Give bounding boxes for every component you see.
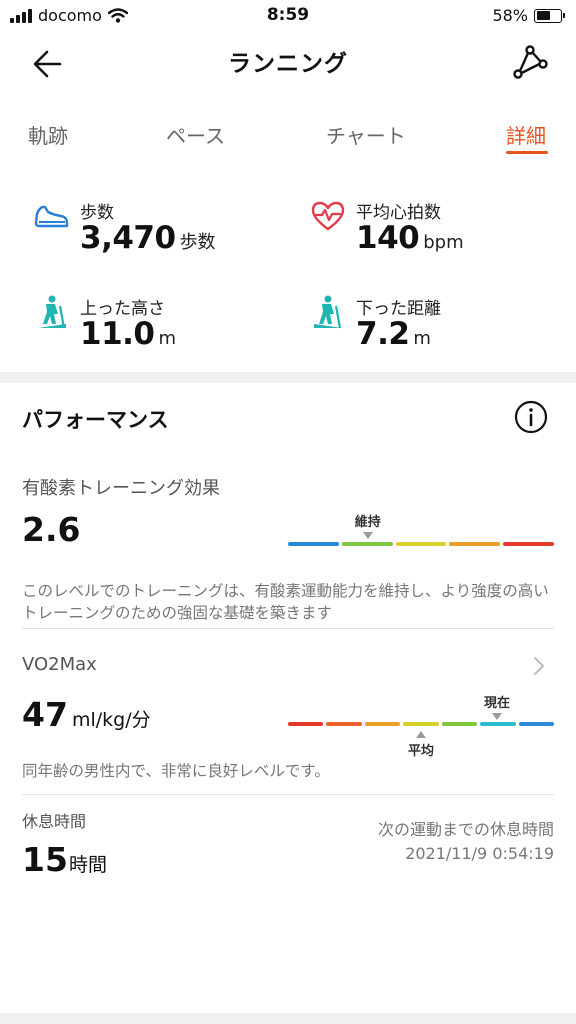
- next-workout-label: 次の運動までの休息時間: [377, 820, 554, 839]
- aerobic-number: 2.6: [22, 510, 81, 549]
- app-header: ランニング: [0, 34, 576, 90]
- vo2max-unit: ml/kg/分: [71, 709, 151, 731]
- vo2max-number: 47: [22, 695, 68, 734]
- vo2max-label[interactable]: VO2Max: [22, 654, 97, 675]
- divider: [22, 794, 554, 795]
- vo2max-scale-segment-2: [364, 722, 401, 726]
- aerobic-level-marker: [362, 532, 373, 539]
- aerobic-scale-segment-2: [395, 542, 447, 546]
- tab-pace[interactable]: ペース: [166, 120, 225, 149]
- info-icon[interactable]: [514, 400, 548, 434]
- steps-unit: 歩数: [179, 232, 216, 253]
- status-right: 58%: [492, 6, 565, 25]
- vo2max-average-marker: [416, 731, 426, 738]
- rest-label: 休息時間: [22, 812, 87, 831]
- vo2max-average-label: 平均: [408, 744, 435, 759]
- aerobic-label: 有酸素トレーニング効果: [22, 478, 220, 499]
- battery-percent: 58%: [492, 6, 528, 25]
- vo2max-scale-segment-4: [441, 722, 478, 726]
- status-time: 8:59: [266, 5, 310, 25]
- aerobic-scale: [288, 542, 554, 546]
- vo2max-scale-segment-1: [326, 722, 362, 726]
- heart-rate-value: 140 bpm: [356, 220, 464, 256]
- bottom-divider: [0, 1013, 576, 1024]
- vo2max-current-label: 現在: [484, 696, 511, 711]
- steps-number: 3,470: [80, 220, 176, 256]
- ascent-number: 11.0: [80, 316, 155, 352]
- tab-track[interactable]: 軌跡: [28, 120, 68, 149]
- tab-chart[interactable]: チャート: [326, 120, 406, 149]
- chevron-right-icon[interactable]: [532, 656, 546, 676]
- aerobic-level-label: 維持: [354, 515, 381, 530]
- rest-unit: 時間: [68, 854, 107, 876]
- descent-value: 7.2 m: [356, 316, 431, 352]
- status-bar: docomo 8:59 58%: [0, 0, 576, 34]
- aerobic-scale-segment-4: [503, 542, 554, 546]
- battery-icon: [534, 8, 565, 23]
- page-title: ランニング: [228, 51, 348, 77]
- hiker-downhill-icon: [314, 295, 342, 329]
- vo2max-scale-segment-6: [518, 722, 554, 726]
- vo2max-scale-segment-0: [288, 722, 324, 726]
- vo2max-current-marker: [492, 713, 502, 720]
- divider: [22, 628, 554, 629]
- ascent-unit: m: [158, 328, 177, 349]
- hiker-uphill-icon: [38, 295, 66, 329]
- aerobic-scale-segment-0: [288, 542, 339, 546]
- heart-rate-unit: bpm: [423, 232, 464, 253]
- section-divider: [0, 372, 576, 383]
- descent-unit: m: [413, 328, 431, 349]
- vo2max-value: 47 ml/kg/分: [22, 695, 151, 734]
- vo2max-scale: [288, 722, 554, 726]
- aerobic-scale-segment-1: [341, 542, 393, 546]
- tab-bar: 軌跡 ペース チャート 詳細: [0, 112, 576, 160]
- performance-title: パフォーマンス: [22, 408, 169, 432]
- tab-details[interactable]: 詳細: [506, 120, 546, 149]
- vo2max-scale-segment-3: [403, 722, 439, 726]
- aerobic-value: 2.6: [22, 510, 80, 549]
- next-workout-time: 2021/11/9 0:54:19: [405, 844, 554, 863]
- vo2max-description: 同年齢の男性内で、非常に良好レベルです。: [22, 762, 330, 780]
- steps-value: 3,470 歩数: [80, 220, 216, 256]
- heart-rate-number: 140: [356, 220, 420, 256]
- ascent-value: 11.0 m: [80, 316, 176, 352]
- vo2max-scale-segment-5: [480, 722, 516, 726]
- rest-value: 15時間: [22, 840, 107, 879]
- heart-rate-icon: [311, 201, 345, 231]
- aerobic-description: このレベルでのトレーニングは、有酸素運動能力を維持し、より強度の高いトレーニング…: [22, 582, 549, 622]
- aerobic-scale-segment-3: [449, 542, 501, 546]
- descent-number: 7.2: [356, 316, 410, 352]
- tab-active-indicator: [506, 151, 548, 154]
- rest-number: 15: [22, 840, 68, 879]
- shoe-icon: [34, 205, 69, 228]
- route-share-icon[interactable]: [510, 42, 550, 82]
